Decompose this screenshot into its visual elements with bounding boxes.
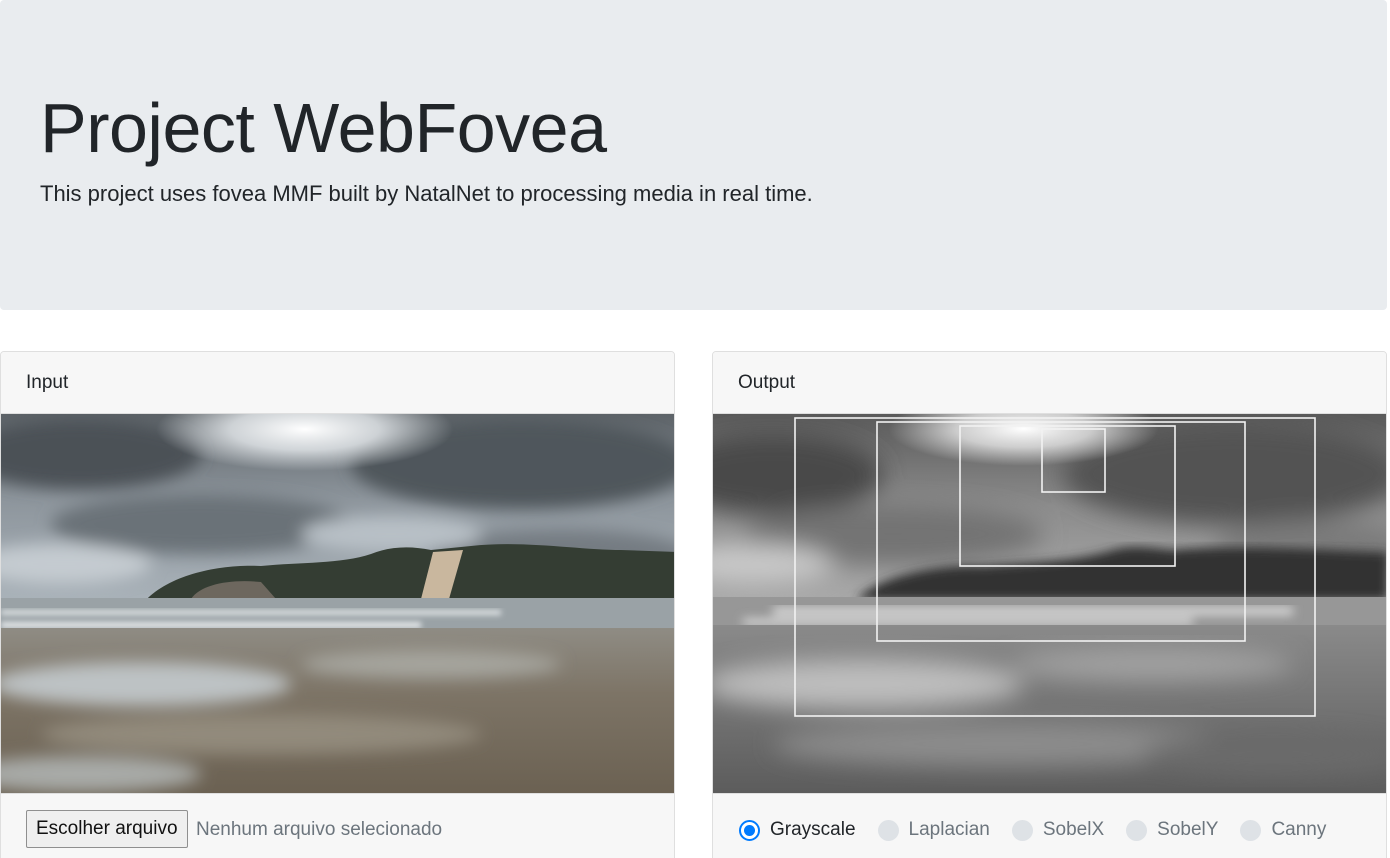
filter-option-laplacian[interactable]: Laplacian: [877, 819, 990, 841]
choose-file-button[interactable]: Escolher arquivo: [26, 810, 188, 848]
filter-option-canny[interactable]: Canny: [1240, 819, 1326, 841]
file-status-text: Nenhum arquivo selecionado: [196, 819, 443, 840]
radio-button[interactable]: [1011, 819, 1033, 841]
foveated-grayscale-photo: [713, 414, 1386, 793]
radio-button[interactable]: [1126, 819, 1148, 841]
input-card: Input Escolher arquivo Nenhum arquivo se…: [0, 351, 675, 858]
output-image: [713, 414, 1386, 793]
filter-option-label: Canny: [1271, 819, 1327, 840]
output-card: Output Grayscale Laplacian SobelX SobelY…: [712, 351, 1387, 858]
radio-button[interactable]: [739, 819, 760, 841]
filter-option-sobely[interactable]: SobelY: [1126, 819, 1218, 841]
jumbotron: Project WebFovea This project uses fovea…: [0, 0, 1387, 310]
filter-option-label: SobelX: [1042, 819, 1105, 840]
input-image: [1, 414, 674, 793]
input-card-footer: Escolher arquivo Nenhum arquivo selecion…: [1, 793, 674, 858]
input-card-header: Input: [1, 352, 674, 414]
filter-option-label: Laplacian: [908, 819, 990, 840]
filter-option-sobelx[interactable]: SobelX: [1011, 819, 1105, 841]
radio-button[interactable]: [877, 819, 899, 841]
input-card-title: Input: [26, 371, 69, 393]
filter-option-label: SobelY: [1157, 819, 1219, 840]
filter-radio-group: Grayscale Laplacian SobelX SobelY Canny: [739, 819, 1348, 841]
beach-photo: [1, 414, 674, 793]
output-card-header: Output: [713, 352, 1386, 414]
page-title: Project WebFovea: [40, 89, 607, 167]
filter-option-grayscale[interactable]: Grayscale: [739, 819, 856, 841]
output-card-footer: Grayscale Laplacian SobelX SobelY Canny: [713, 793, 1386, 858]
output-card-title: Output: [738, 371, 796, 393]
filter-option-label: Grayscale: [770, 819, 856, 840]
page-subtitle: This project uses fovea MMF built by Nat…: [40, 181, 813, 206]
radio-button[interactable]: [1240, 819, 1262, 841]
